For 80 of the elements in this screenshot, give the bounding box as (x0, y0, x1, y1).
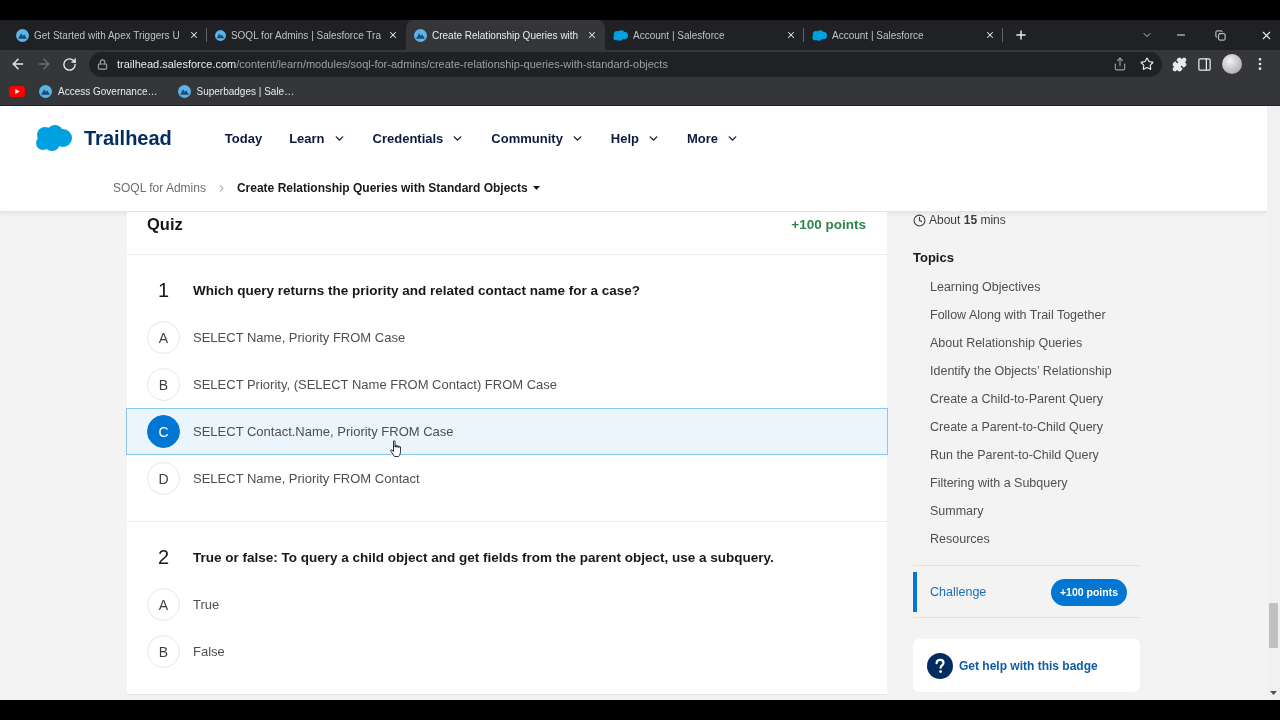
close-icon[interactable] (388, 30, 398, 40)
lock-icon (97, 58, 108, 70)
answer-option[interactable]: C SELECT Contact.Name, Priority FROM Case (126, 408, 888, 455)
avatar-icon[interactable] (1222, 54, 1242, 74)
home-logo-link[interactable]: Trailhead (35, 125, 172, 151)
topic-link[interactable]: Run the Parent-to-Child Query (913, 441, 1099, 469)
nav-menu[interactable]: More (687, 130, 740, 146)
nav-link[interactable]: Today (224, 130, 263, 146)
nav-menu[interactable]: Community (491, 130, 584, 146)
breadcrumb-link[interactable]: SOQL for Admins (113, 181, 206, 195)
cloud-logo-icon (35, 125, 72, 151)
topic-link[interactable]: Create a Parent-to-Child Query (913, 413, 1103, 441)
browser-tab[interactable]: Account | Salesforce (605, 20, 804, 50)
mountain-icon (177, 85, 191, 98)
answer-option[interactable]: B False (126, 628, 888, 675)
bookmark-star-icon[interactable] (1140, 57, 1154, 71)
topic-link[interactable]: Create a Child-to-Parent Query (913, 385, 1103, 413)
cloud-icon (613, 29, 628, 41)
answer-option[interactable]: B SELECT Priority, (SELECT Name FROM Contact) FROM Case (126, 361, 888, 408)
mountain-icon (215, 28, 226, 42)
browser-tab[interactable]: Get Started with Apex Triggers U (8, 20, 207, 50)
restore-icon[interactable] (1215, 29, 1226, 41)
help-icon (927, 652, 953, 679)
help-link[interactable]: Get help with this badge (913, 639, 1140, 692)
side-panel-icon[interactable] (1197, 56, 1212, 72)
bookmark[interactable]: Access Governance… (33, 80, 164, 103)
breadcrumb-dropdown[interactable]: Create Relationship Queries with Standard Objects (236, 181, 540, 195)
section-heading: Topics (913, 249, 955, 267)
extensions-icon[interactable] (1172, 56, 1187, 72)
hand-cursor-icon (390, 440, 402, 457)
nav-menu[interactable]: Credentials (372, 130, 465, 146)
close-icon[interactable] (189, 30, 199, 40)
reload-icon[interactable] (62, 56, 77, 72)
question-number: 2 (156, 545, 171, 569)
mountain-icon (16, 28, 29, 42)
mountain-icon (414, 28, 427, 42)
nav-menu[interactable]: Learn (289, 130, 346, 146)
clock-icon (913, 213, 926, 227)
question-text: Which query returns the priority and related contact name for a case? (193, 282, 641, 298)
browser-tab[interactable]: Account | Salesforce (804, 20, 1003, 50)
scrollbar-thumb[interactable] (1269, 603, 1278, 648)
close-icon[interactable] (786, 30, 796, 40)
option-letter: A (147, 321, 180, 354)
back-icon[interactable] (10, 56, 26, 72)
topic-link[interactable]: Follow Along with Trail Together (913, 301, 1106, 329)
option-letter: A (147, 588, 180, 621)
close-icon[interactable] (587, 30, 597, 40)
answer-option[interactable]: A True (126, 581, 888, 628)
share-icon[interactable] (1113, 57, 1127, 71)
topic-link[interactable]: Resources (913, 525, 990, 553)
topic-link[interactable]: Learning Objectives (913, 273, 1041, 301)
address-bar[interactable]: trailhead.salesforce.com/content/learn/modules/soql-for-admins/create-relationship-queries-with-standard-objects (89, 51, 1162, 77)
points-badge: +100 points (1050, 578, 1127, 606)
option-letter: D (147, 462, 180, 495)
duration-text: About 15 mins (929, 213, 1006, 227)
topic-link[interactable]: Summary (913, 497, 984, 525)
bookmark[interactable]: Superbadges | Sale… (171, 80, 301, 103)
browser-tab[interactable]: Create Relationship Queries with (406, 20, 605, 50)
topic-link[interactable]: Identify the Objects’ Relationship (913, 357, 1112, 385)
question-number: 1 (156, 278, 171, 302)
answer-option[interactable]: D SELECT Name, Priority FROM Contact (126, 455, 888, 502)
browser-tab[interactable]: SOQL for Admins | Salesforce Tra (207, 20, 406, 50)
question-text: True or false: To query a child object and get fields from the parent object, use a subquery. (193, 549, 774, 565)
video-play-icon[interactable] (9, 86, 25, 97)
close-icon[interactable] (985, 30, 995, 40)
nav-menu[interactable]: Help (610, 130, 661, 146)
answer-option[interactable]: A SELECT Name, Priority FROM Case (126, 314, 888, 361)
option-letter: C (147, 415, 180, 448)
option-letter: B (147, 635, 180, 668)
challenge-link[interactable]: Challenge +100 points (913, 572, 1140, 612)
quiz-title: Quiz (147, 214, 183, 235)
mountain-icon (39, 85, 52, 98)
scroll-down-icon[interactable] (1270, 691, 1277, 695)
topic-link[interactable]: Filtering with a Subquery (913, 469, 1068, 497)
topic-link[interactable]: About Relationship Queries (913, 329, 1083, 357)
new-tab-icon[interactable] (1014, 28, 1028, 42)
cloud-icon (812, 29, 827, 41)
option-letter: B (147, 368, 180, 401)
caret-icon (532, 186, 540, 190)
points-label: +100 points (791, 216, 866, 234)
